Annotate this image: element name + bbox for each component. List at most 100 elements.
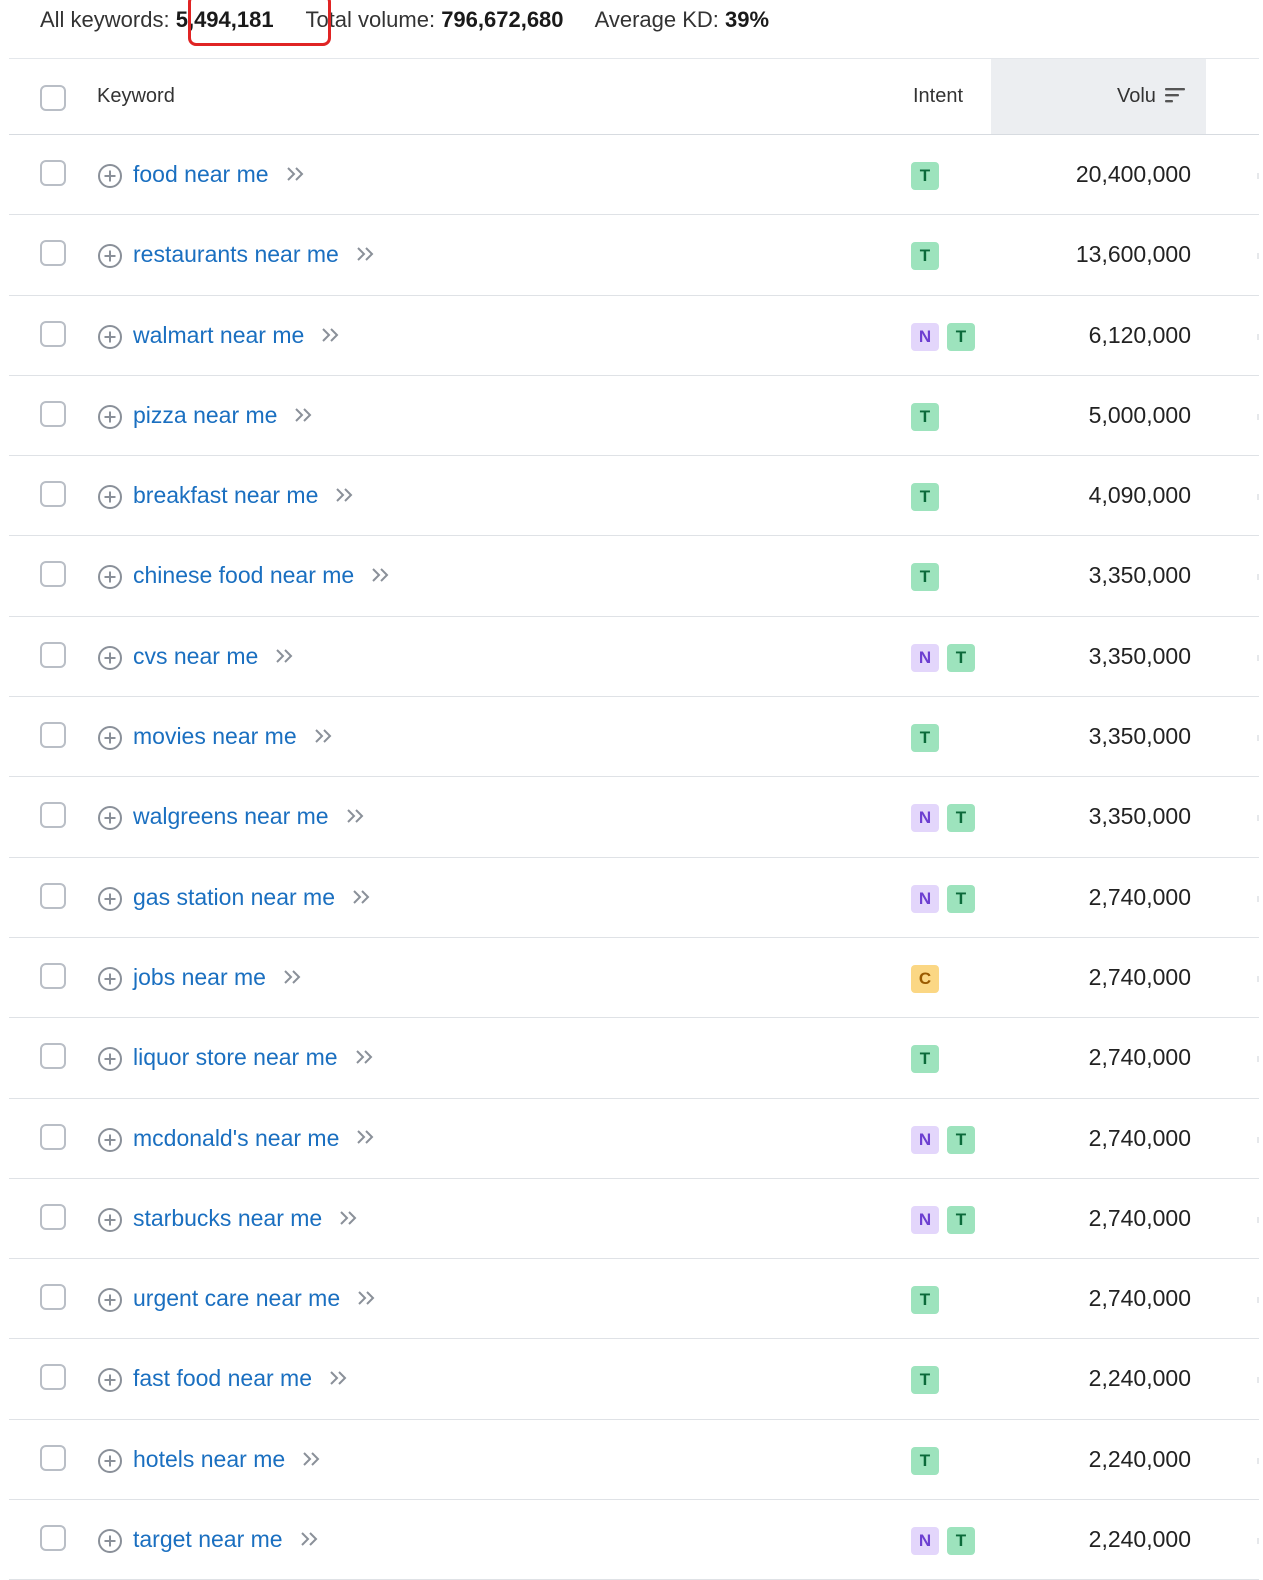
double-chevron-right-icon[interactable] [351, 888, 373, 906]
plus-circle-icon[interactable] [97, 645, 123, 671]
keyword-link[interactable]: movies near me [133, 723, 297, 749]
row-checkbox[interactable] [40, 400, 66, 427]
row-checkbox[interactable] [40, 1043, 66, 1070]
row-checkbox[interactable] [40, 641, 66, 668]
plus-circle-icon[interactable] [97, 1127, 123, 1153]
intent-badge[interactable]: N [911, 322, 939, 351]
double-chevron-right-icon[interactable] [328, 1369, 350, 1387]
row-checkbox[interactable] [40, 802, 66, 829]
double-chevron-right-icon[interactable] [356, 1289, 378, 1307]
intent-badge[interactable]: T [947, 322, 975, 351]
intent-badge[interactable]: T [911, 1366, 939, 1395]
intent-badge[interactable]: T [947, 884, 975, 913]
intent-badge[interactable]: T [911, 402, 939, 431]
row-checkbox[interactable] [40, 240, 66, 267]
select-all-checkbox[interactable] [40, 85, 66, 111]
keyword-link[interactable]: cvs near me [133, 643, 258, 669]
intent-column-header[interactable]: Intent [913, 59, 963, 134]
row-checkbox[interactable] [40, 160, 66, 186]
intent-badge[interactable]: N [911, 1205, 939, 1234]
intent-badge[interactable]: T [911, 162, 939, 190]
keyword-link[interactable]: liquor store near me [133, 1044, 338, 1070]
keyword-link[interactable]: hotels near me [133, 1446, 285, 1472]
keyword-link[interactable]: target near me [133, 1526, 283, 1552]
plus-circle-icon[interactable] [97, 1448, 123, 1474]
intent-badge[interactable]: T [911, 724, 939, 753]
plus-circle-icon[interactable] [97, 1046, 123, 1072]
intent-badge[interactable]: T [911, 563, 939, 592]
intent-badge[interactable]: T [947, 804, 975, 833]
double-chevron-right-icon[interactable] [334, 486, 356, 504]
intent-badge[interactable]: T [911, 242, 939, 271]
plus-circle-icon[interactable] [97, 324, 123, 350]
plus-circle-icon[interactable] [97, 1287, 123, 1313]
plus-circle-icon[interactable] [97, 243, 123, 269]
row-checkbox[interactable] [40, 481, 66, 508]
row-checkbox[interactable] [40, 561, 66, 588]
keyword-link[interactable]: walmart near me [133, 322, 304, 348]
plus-circle-icon[interactable] [97, 805, 123, 831]
double-chevron-right-icon[interactable] [355, 1128, 377, 1146]
double-chevron-right-icon[interactable] [293, 406, 315, 424]
plus-circle-icon[interactable] [97, 484, 123, 510]
keyword-link[interactable]: fast food near me [133, 1365, 312, 1391]
intent-badge[interactable]: N [911, 804, 939, 833]
plus-circle-icon[interactable] [97, 1207, 123, 1233]
keyword-link[interactable]: jobs near me [133, 964, 266, 990]
plus-circle-icon[interactable] [97, 966, 123, 992]
volume-column-header[interactable]: Volu [1117, 59, 1186, 134]
plus-circle-icon[interactable] [97, 886, 123, 912]
double-chevron-right-icon[interactable] [282, 968, 304, 986]
keyword-link[interactable]: walgreens near me [133, 803, 329, 829]
keyword-link[interactable]: breakfast near me [133, 482, 318, 508]
plus-circle-icon[interactable] [97, 163, 123, 189]
row-checkbox[interactable] [40, 1123, 66, 1150]
keyword-link[interactable]: food near me [133, 161, 269, 187]
row-checkbox[interactable] [40, 1203, 66, 1230]
sort-descending-icon[interactable] [1164, 86, 1186, 104]
double-chevron-right-icon[interactable] [354, 1048, 376, 1066]
intent-badge[interactable]: T [947, 1205, 975, 1234]
row-checkbox[interactable] [40, 722, 66, 749]
intent-badge[interactable]: T [911, 1045, 939, 1074]
double-chevron-right-icon[interactable] [313, 727, 335, 745]
intent-badge[interactable]: T [911, 483, 939, 512]
row-checkbox[interactable] [40, 320, 66, 347]
intent-badge[interactable]: N [911, 884, 939, 913]
plus-circle-icon[interactable] [97, 564, 123, 590]
plus-circle-icon[interactable] [97, 1528, 123, 1554]
keyword-link[interactable]: restaurants near me [133, 241, 339, 267]
row-checkbox[interactable] [40, 1284, 66, 1311]
row-checkbox[interactable] [40, 1364, 66, 1391]
row-checkbox[interactable] [40, 1444, 66, 1471]
double-chevron-right-icon[interactable] [299, 1530, 321, 1548]
row-checkbox[interactable] [40, 962, 66, 989]
plus-circle-icon[interactable] [97, 725, 123, 751]
keyword-link[interactable]: starbucks near me [133, 1205, 322, 1231]
intent-badge[interactable]: T [911, 1286, 939, 1315]
double-chevron-right-icon[interactable] [285, 165, 307, 183]
intent-badge[interactable]: N [911, 1125, 939, 1154]
double-chevron-right-icon[interactable] [274, 647, 296, 665]
keyword-link[interactable]: urgent care near me [133, 1285, 340, 1311]
keyword-link[interactable]: chinese food near me [133, 562, 354, 588]
plus-circle-icon[interactable] [97, 1367, 123, 1393]
double-chevron-right-icon[interactable] [355, 245, 377, 263]
intent-badge[interactable]: N [911, 643, 939, 672]
plus-circle-icon[interactable] [97, 404, 123, 430]
row-checkbox[interactable] [40, 1525, 66, 1552]
double-chevron-right-icon[interactable] [370, 566, 392, 584]
intent-badge[interactable]: C [911, 964, 939, 993]
keyword-link[interactable]: gas station near me [133, 884, 335, 910]
double-chevron-right-icon[interactable] [301, 1450, 323, 1468]
intent-badge[interactable]: T [947, 643, 975, 672]
keyword-column-header[interactable]: Keyword [97, 59, 175, 134]
keyword-link[interactable]: mcdonald's near me [133, 1125, 339, 1151]
row-checkbox[interactable] [40, 882, 66, 909]
keyword-link[interactable]: pizza near me [133, 402, 277, 428]
intent-badge[interactable]: T [947, 1125, 975, 1154]
double-chevron-right-icon[interactable] [345, 807, 367, 825]
double-chevron-right-icon[interactable] [338, 1209, 360, 1227]
intent-badge[interactable]: T [911, 1446, 939, 1475]
double-chevron-right-icon[interactable] [320, 326, 342, 344]
